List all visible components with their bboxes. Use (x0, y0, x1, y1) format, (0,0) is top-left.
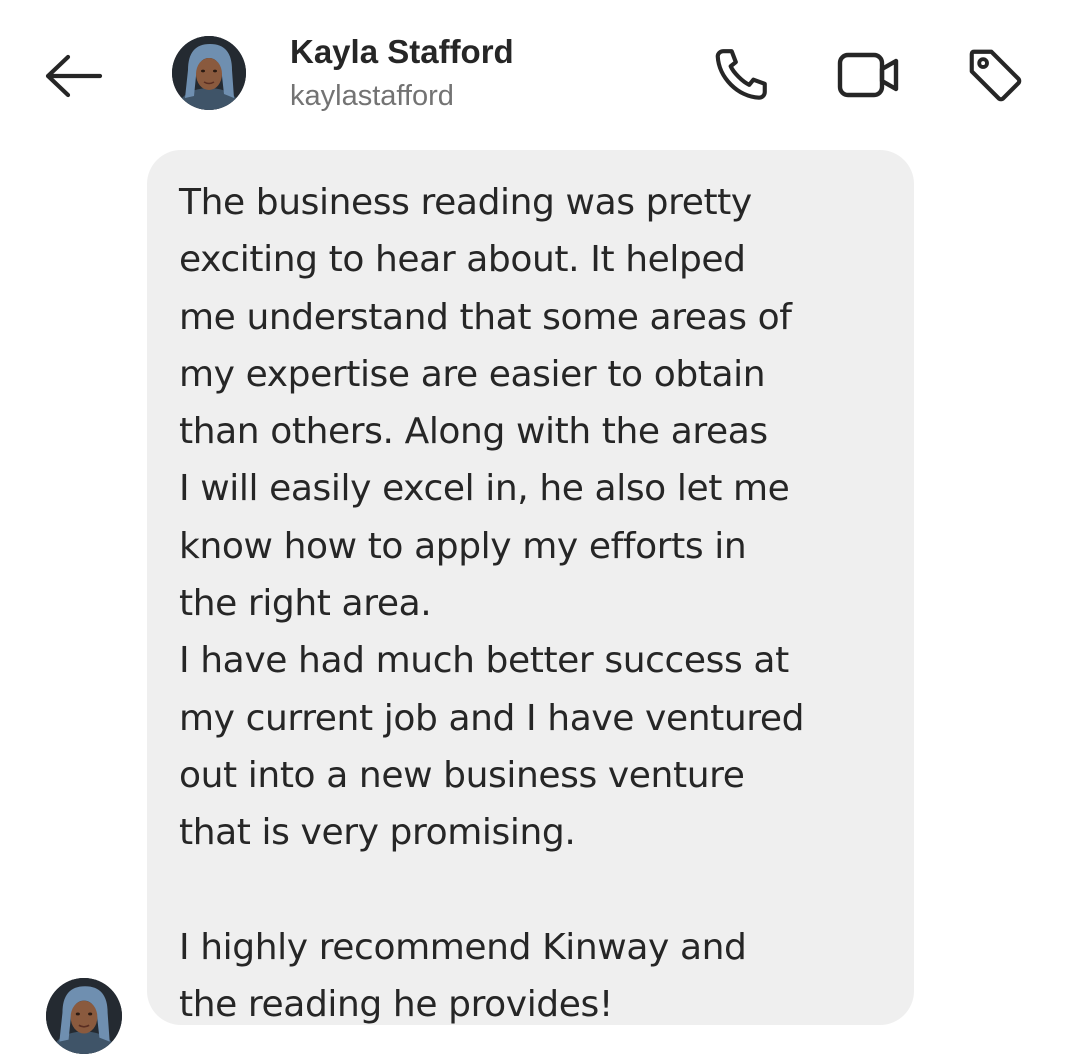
message-line: my current job and I have ventured (179, 697, 805, 739)
message-line: that is very promising. (179, 812, 576, 854)
message-line: my expertise are easier to obtain (179, 353, 766, 395)
message-line: out into a new business venture (179, 754, 745, 796)
contact-username: kaylastafford (290, 80, 454, 112)
profile-photo (46, 978, 122, 1054)
contact-info[interactable]: Kayla Stafford kaylastafford (290, 30, 670, 116)
message-bubble[interactable]: The business reading was pretty exciting… (147, 150, 914, 1025)
contact-name[interactable]: Kayla Stafford (290, 30, 670, 74)
phone-icon (715, 49, 767, 100)
back-button[interactable] (38, 48, 110, 104)
message-line (179, 862, 894, 919)
profile-photo (172, 36, 246, 110)
message-line: the right area. (179, 583, 432, 625)
message-line: me understand that some areas of (179, 296, 792, 338)
message-line: the reading he provides! (179, 984, 613, 1026)
message-text: The business reading was pretty exciting… (179, 174, 894, 1033)
message-line: I highly recommend Kinway and (179, 926, 747, 968)
message-line: The business reading was pretty (179, 182, 752, 223)
video-camera-icon (837, 52, 899, 98)
message-line: exciting to hear about. It helped (179, 239, 746, 281)
sender-avatar[interactable] (46, 978, 122, 1054)
message-line: know how to apply my efforts in (179, 525, 747, 567)
tag-icon (969, 49, 1022, 102)
voice-call-button[interactable] (706, 40, 776, 110)
tag-button[interactable] (960, 40, 1030, 110)
avatar[interactable] (172, 36, 246, 110)
video-call-button[interactable] (834, 40, 904, 110)
chat-header: Kayla Stafford kaylastafford (0, 0, 1080, 140)
message-line: I will easily excel in, he also let me (179, 468, 790, 510)
message-line: I have had much better success at (179, 640, 789, 682)
message-line: than others. Along with the areas (179, 411, 768, 453)
arrow-left-icon (45, 54, 103, 98)
